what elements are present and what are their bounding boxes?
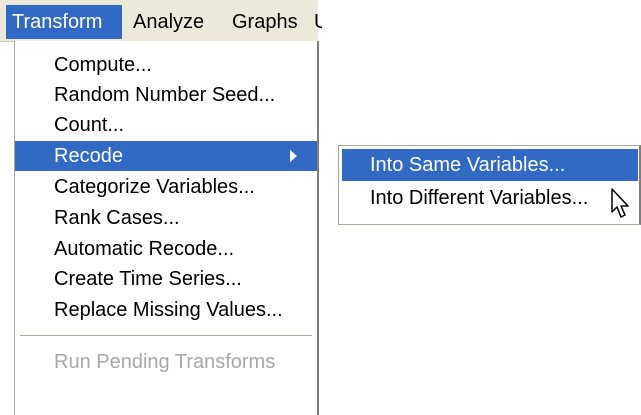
menu-transform[interactable]: Transform	[6, 5, 122, 39]
recode-submenu: Into Same Variables... Into Different Va…	[338, 145, 641, 225]
menu-separator	[20, 335, 312, 336]
transform-dropdown-menu: Compute... Random Number Seed... Count..…	[14, 41, 319, 415]
menu-item-recode-label: Recode	[54, 145, 123, 167]
submenu-item-into-same-variables[interactable]: Into Same Variables...	[342, 149, 638, 181]
menu-item-create-time-series[interactable]: Create Time Series...	[15, 264, 317, 294]
menu-item-automatic-recode[interactable]: Automatic Recode...	[15, 234, 317, 264]
menu-item-random-number-seed[interactable]: Random Number Seed...	[15, 80, 317, 110]
menu-analyze[interactable]: Analyze	[131, 5, 226, 39]
menu-item-categorize-variables[interactable]: Categorize Variables...	[15, 172, 317, 202]
menu-utilities-partial[interactable]: U	[312, 5, 322, 39]
screenshot-stage: Transform Analyze Graphs U Compute... Ra…	[0, 0, 641, 415]
menu-bar: Transform Analyze Graphs U	[0, 0, 322, 42]
submenu-arrow-icon	[290, 150, 297, 162]
menu-item-run-pending-transforms: Run Pending Transforms	[54, 351, 276, 373]
mouse-pointer-icon	[611, 188, 629, 218]
submenu-item-into-different-variables[interactable]: Into Different Variables...	[342, 182, 638, 214]
menu-graphs[interactable]: Graphs	[230, 5, 310, 39]
menu-item-recode[interactable]: Recode	[15, 141, 317, 171]
menu-item-compute[interactable]: Compute...	[15, 50, 317, 80]
menu-item-count[interactable]: Count...	[15, 110, 317, 140]
menu-item-replace-missing-values[interactable]: Replace Missing Values...	[15, 295, 317, 325]
menu-item-rank-cases[interactable]: Rank Cases...	[15, 203, 317, 233]
